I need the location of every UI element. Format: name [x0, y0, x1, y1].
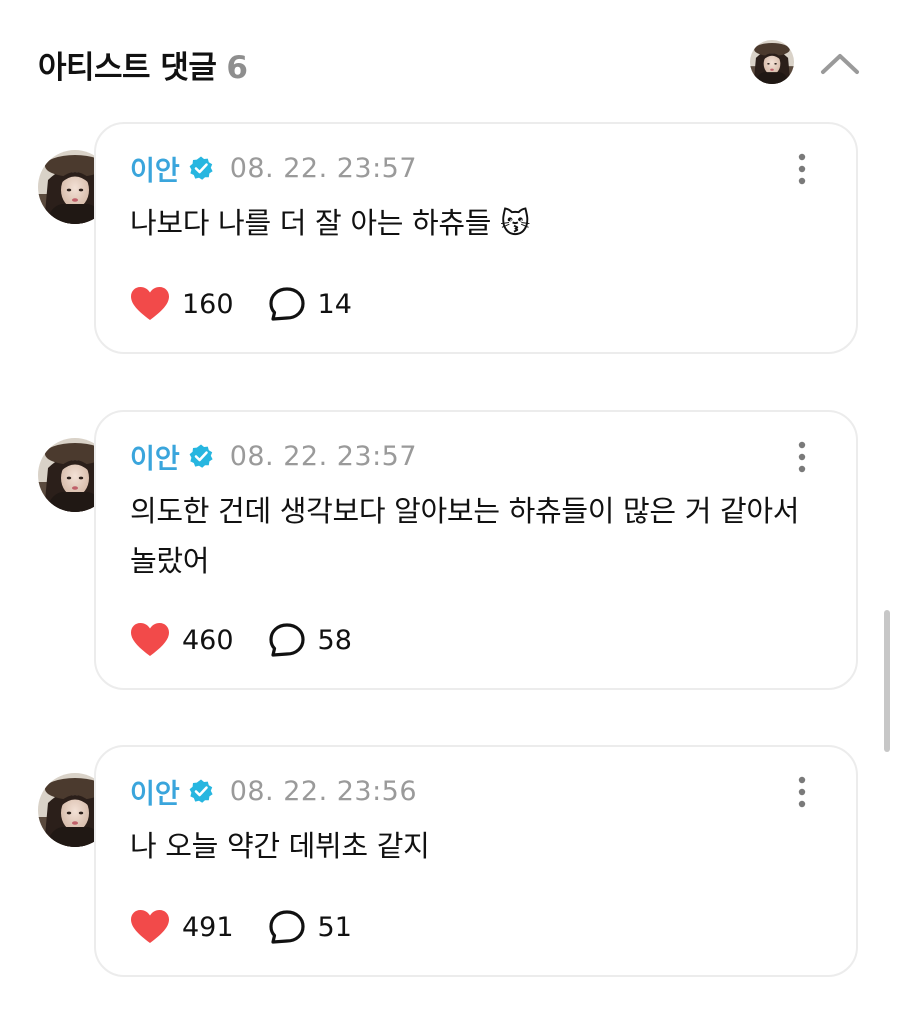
comment-actions: 491 51 [130, 907, 352, 947]
like-count: 460 [182, 624, 234, 656]
reply-button[interactable]: 58 [268, 622, 352, 658]
comment-timestamp: 08. 22. 23:57 [229, 152, 418, 184]
speech-bubble-icon [268, 287, 305, 321]
reply-count: 51 [317, 911, 352, 943]
comment-item: 이안 08. 22. 23:57 의도한 건데 생각보다 알아보는 하츄들이 많… [38, 410, 862, 690]
more-vertical-icon [798, 153, 806, 185]
comment-item: 이안 08. 22. 23:57 나보다 나를 더 잘 아는 하츄들 😽 160… [38, 122, 862, 354]
comment-actions: 460 58 [130, 620, 352, 660]
more-options-button[interactable] [792, 152, 812, 186]
verified-badge-icon [189, 444, 213, 468]
verified-badge-icon [189, 779, 213, 803]
section-title: 아티스트 댓글 6 [38, 42, 248, 87]
comment-meta: 이안 08. 22. 23:57 [130, 149, 418, 188]
like-button[interactable]: 160 [130, 286, 234, 322]
more-vertical-icon [798, 776, 806, 808]
like-count: 160 [182, 288, 234, 320]
more-options-button[interactable] [792, 775, 812, 809]
heart-icon [131, 623, 169, 656]
reply-count: 58 [317, 624, 352, 656]
reply-count: 14 [317, 288, 352, 320]
comment-meta: 이안 08. 22. 23:56 [130, 772, 418, 811]
speech-bubble-icon [268, 623, 305, 657]
comment-text: 나보다 나를 더 잘 아는 하츄들 😽 [130, 206, 531, 240]
comment-item: 이안 08. 22. 23:56 나 오늘 약간 데뷔초 같지 491 51 [38, 745, 862, 977]
comment-text: 의도한 건데 생각보다 알아보는 하츄들이 많은 거 같아서 놀랐어 [130, 494, 800, 578]
author-name[interactable]: 이안 [130, 437, 180, 476]
comment-card: 이안 08. 22. 23:57 의도한 건데 생각보다 알아보는 하츄들이 많… [94, 410, 858, 690]
more-vertical-icon [798, 441, 806, 473]
like-count: 491 [182, 911, 234, 943]
heart-icon [131, 910, 169, 943]
comment-actions: 160 14 [130, 284, 352, 324]
heart-icon [131, 287, 169, 320]
reply-button[interactable]: 14 [268, 286, 352, 322]
comment-card: 이안 08. 22. 23:56 나 오늘 약간 데뷔초 같지 491 51 [94, 745, 858, 977]
comment-count: 6 [226, 50, 248, 86]
more-options-button[interactable] [792, 440, 812, 474]
comment-text: 나 오늘 약간 데뷔초 같지 [130, 829, 430, 863]
artist-comments-panel: 아티스트 댓글 6 이안 08. 22. 23:57 나보다 나를 더 잘 아는… [0, 0, 899, 1024]
author-name[interactable]: 이안 [130, 772, 180, 811]
comment-timestamp: 08. 22. 23:57 [229, 440, 418, 472]
verified-badge-icon [189, 156, 213, 180]
comment-meta: 이안 08. 22. 23:57 [130, 437, 418, 476]
like-button[interactable]: 460 [130, 622, 234, 658]
reply-button[interactable]: 51 [268, 909, 352, 945]
collapse-button[interactable] [818, 46, 862, 82]
scrollbar-thumb[interactable] [884, 610, 890, 752]
like-button[interactable]: 491 [130, 909, 234, 945]
artist-avatar[interactable] [750, 40, 794, 84]
comment-timestamp: 08. 22. 23:56 [229, 775, 418, 807]
speech-bubble-icon [268, 910, 305, 944]
comments-header: 아티스트 댓글 6 [38, 40, 861, 88]
author-name[interactable]: 이안 [130, 149, 180, 188]
section-title-label: 아티스트 댓글 [38, 50, 217, 86]
comment-card: 이안 08. 22. 23:57 나보다 나를 더 잘 아는 하츄들 😽 160… [94, 122, 858, 354]
chevron-up-icon [821, 54, 859, 74]
